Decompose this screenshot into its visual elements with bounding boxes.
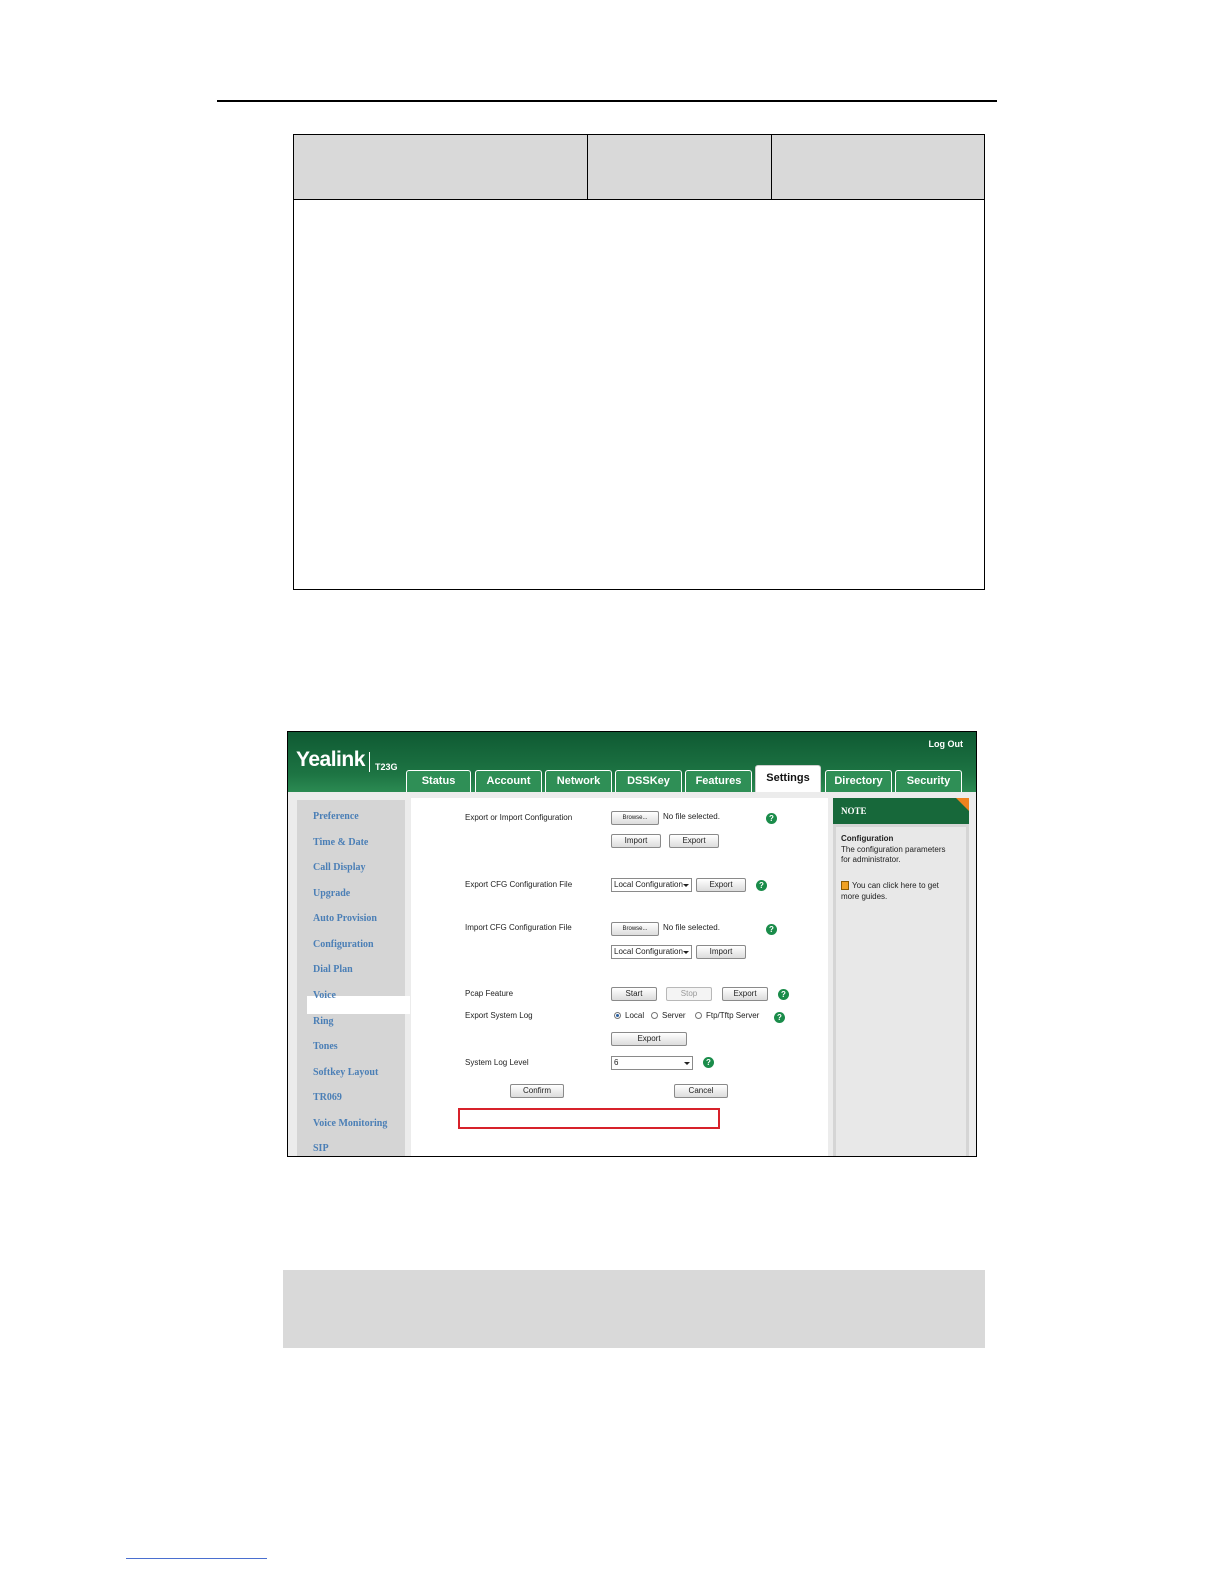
system-log-level-select[interactable]: 6: [611, 1056, 693, 1070]
radio-ftp-server[interactable]: [695, 1012, 702, 1019]
sidebar-item-softkey-layout[interactable]: Softkey Layout: [313, 1067, 378, 1078]
table-column-divider: [771, 135, 772, 200]
sidebar-item-preference[interactable]: Preference: [313, 811, 359, 822]
tab-network[interactable]: Network: [545, 770, 612, 792]
radio-server[interactable]: [651, 1012, 658, 1019]
pcap-stop-button[interactable]: Stop: [666, 987, 712, 1001]
import-cfg-select[interactable]: Local Configuration: [611, 945, 692, 959]
logo-divider: [369, 752, 370, 772]
note-line: for administrator.: [841, 855, 901, 864]
no-file-text: No file selected.: [663, 812, 720, 821]
sidebar: [297, 800, 405, 1156]
sidebar-item-call-display[interactable]: Call Display: [313, 862, 366, 873]
sidebar-item-auto-provision[interactable]: Auto Provision: [313, 913, 377, 924]
import-cfg-label: Import CFG Configuration File: [465, 923, 572, 932]
tab-account[interactable]: Account: [475, 770, 542, 792]
note-heading: Configuration: [841, 834, 894, 843]
pcap-export-button[interactable]: Export: [722, 987, 768, 1001]
help-icon[interactable]: ?: [703, 1057, 714, 1068]
note-header: NOTE: [833, 798, 969, 824]
no-file-cfg-text: No file selected.: [663, 923, 720, 932]
sidebar-item-configuration[interactable]: Configuration: [313, 939, 374, 950]
sidebar-item-voice-monitoring[interactable]: Voice Monitoring: [313, 1118, 387, 1129]
note-title: NOTE: [841, 806, 867, 816]
radio-local-label: Local: [625, 1011, 645, 1020]
sidebar-item-tones[interactable]: Tones: [313, 1041, 338, 1052]
radio-ftp-server-label: Ftp/Tftp Server: [706, 1011, 760, 1020]
tab-status[interactable]: Status: [406, 770, 471, 792]
tab-security[interactable]: Security: [895, 770, 962, 792]
sidebar-item-voice[interactable]: Voice: [313, 990, 336, 1001]
sidebar-item-sip[interactable]: SIP: [313, 1143, 329, 1154]
note-content: Configuration The configuration paramete…: [836, 827, 966, 1156]
tab-dsskey[interactable]: DSSKey: [615, 770, 682, 792]
confirm-button[interactable]: Confirm: [510, 1084, 564, 1098]
export-system-log-label: Export System Log: [465, 1011, 533, 1020]
export-import-config-label: Export or Import Configuration: [465, 813, 573, 822]
import-config-button[interactable]: Import: [611, 834, 661, 848]
model-label: T23G: [375, 762, 398, 772]
export-log-button[interactable]: Export: [611, 1032, 687, 1046]
help-icon[interactable]: ?: [766, 813, 777, 824]
chevron-down-icon: [684, 1062, 690, 1065]
app-header: Yealink T23G Log Out Status Account Netw…: [288, 732, 976, 793]
system-log-level-label: System Log Level: [465, 1058, 529, 1067]
tab-directory[interactable]: Directory: [825, 770, 892, 792]
import-cfg-button[interactable]: Import: [696, 945, 746, 959]
export-config-button[interactable]: Export: [669, 834, 719, 848]
table-header-row: [294, 135, 984, 200]
page-body: Preference Time & Date Call Display Upgr…: [288, 792, 976, 1156]
guide-book-icon[interactable]: [841, 881, 849, 890]
web-ui-screenshot: Yealink T23G Log Out Status Account Netw…: [287, 731, 977, 1157]
export-cfg-label: Export CFG Configuration File: [465, 880, 573, 889]
export-cfg-button[interactable]: Export: [696, 878, 746, 892]
table-column-divider: [587, 135, 588, 200]
sidebar-item-tr069[interactable]: TR069: [313, 1092, 342, 1103]
header-rule: [217, 100, 997, 102]
note-hint[interactable]: more guides.: [841, 892, 887, 901]
sidebar-item-time-date[interactable]: Time & Date: [313, 837, 368, 848]
footer-link-underline: [126, 1558, 267, 1559]
sidebar-item-dial-plan[interactable]: Dial Plan: [313, 964, 353, 975]
tab-settings[interactable]: Settings: [755, 765, 821, 793]
pcap-feature-label: Pcap Feature: [465, 989, 514, 998]
note-hint[interactable]: You can click here to get: [852, 881, 939, 890]
highlight-box: [458, 1108, 720, 1129]
note-panel: NOTE Configuration The configuration par…: [833, 798, 969, 1156]
corner-fold-icon: [956, 798, 969, 811]
main-panel: Export or Import Configuration Browse...…: [411, 798, 828, 1156]
help-icon[interactable]: ?: [756, 880, 767, 891]
help-icon[interactable]: ?: [766, 924, 777, 935]
yealink-logo: Yealink: [296, 748, 365, 771]
cancel-button[interactable]: Cancel: [674, 1084, 728, 1098]
tab-features[interactable]: Features: [685, 770, 752, 792]
document-table: [293, 134, 985, 590]
help-icon[interactable]: ?: [778, 989, 789, 1000]
help-icon[interactable]: ?: [774, 1012, 785, 1023]
browse-cfg-button[interactable]: Browse...: [611, 922, 659, 936]
note-band: [283, 1270, 985, 1348]
radio-local[interactable]: [614, 1012, 621, 1019]
note-line: The configuration parameters: [841, 845, 946, 854]
sidebar-item-upgrade[interactable]: Upgrade: [313, 888, 350, 899]
sidebar-item-ring[interactable]: Ring: [313, 1016, 334, 1027]
chevron-down-icon: [683, 951, 689, 954]
chevron-down-icon: [683, 884, 689, 887]
browse-button[interactable]: Browse...: [611, 811, 659, 825]
logout-link[interactable]: Log Out: [929, 739, 964, 749]
pcap-start-button[interactable]: Start: [611, 987, 657, 1001]
export-cfg-select[interactable]: Local Configuration: [611, 878, 692, 892]
radio-server-label: Server: [662, 1011, 686, 1020]
